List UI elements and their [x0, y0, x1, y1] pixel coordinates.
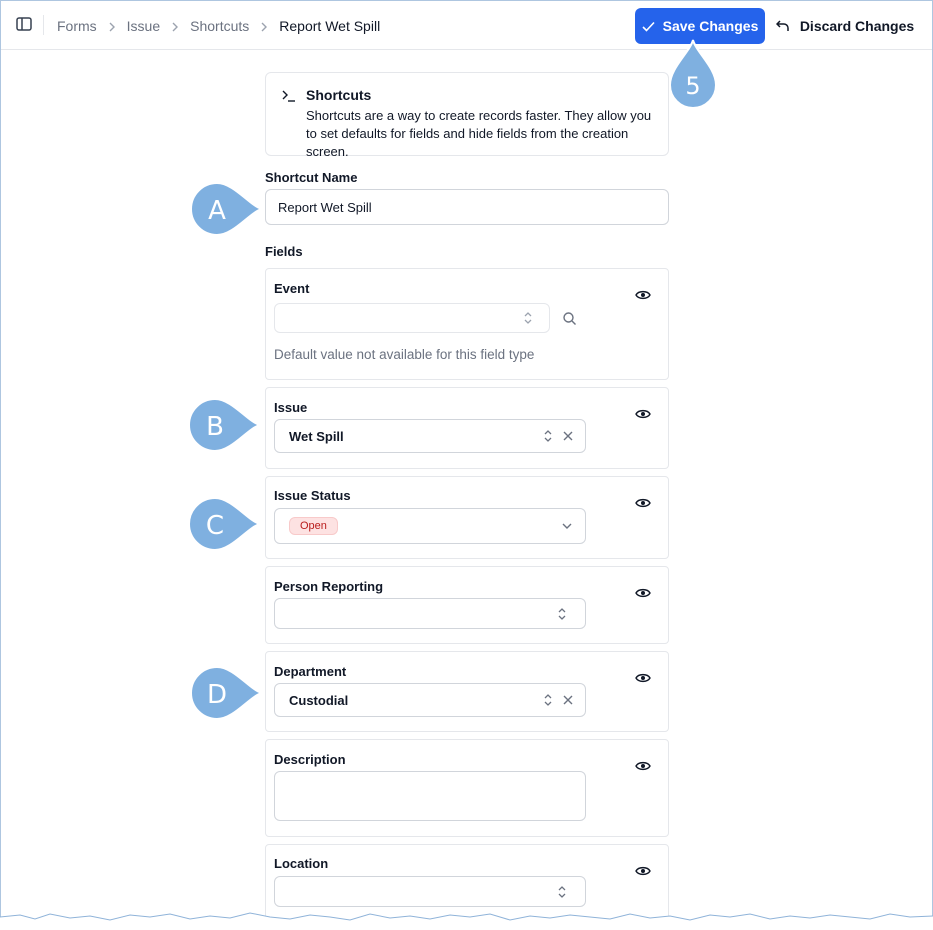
discard-changes-label: Discard Changes [799, 18, 915, 34]
description-label: Description [274, 752, 346, 767]
field-card-issue-status: Issue Status Open [265, 476, 669, 559]
fields-label: Fields [265, 244, 303, 259]
callout-marker-c: C [188, 496, 261, 552]
marker-label: C [206, 511, 224, 541]
torn-edge [0, 912, 933, 930]
chevron-up-down-icon [558, 608, 566, 620]
clear-icon[interactable] [562, 694, 574, 706]
issue-label: Issue [274, 400, 308, 415]
callout-marker-d: D [190, 665, 263, 721]
clear-icon[interactable] [562, 430, 574, 442]
status-badge: Open [289, 517, 338, 535]
department-label: Department [274, 664, 347, 679]
discard-changes-button[interactable]: Discard Changes [775, 8, 915, 44]
breadcrumb-shortcuts[interactable]: Shortcuts [190, 18, 249, 34]
shortcuts-info-card: Shortcuts Shortcuts are a way to create … [265, 72, 669, 159]
field-card-department: Department Custodial [265, 651, 669, 732]
eye-icon[interactable] [634, 494, 652, 512]
department-value: Custodial [289, 693, 349, 708]
chevron-right-icon [160, 18, 190, 33]
eye-icon[interactable] [634, 757, 652, 775]
department-select[interactable]: Custodial [274, 683, 586, 717]
callout-marker-b: B [188, 397, 261, 453]
person-reporting-label: Person Reporting [274, 579, 384, 594]
chevron-right-icon [97, 18, 127, 33]
breadcrumb-current: Report Wet Spill [279, 17, 381, 34]
marker-label: 5 [685, 72, 700, 100]
breadcrumb-issue[interactable]: Issue [127, 18, 160, 34]
shortcut-name-label: Shortcut Name [265, 170, 358, 185]
save-changes-label: Save Changes [662, 18, 759, 34]
chevron-up-down-icon [558, 886, 566, 898]
eye-icon[interactable] [634, 405, 652, 423]
location-label: Location [274, 856, 329, 871]
chevron-down-icon [562, 523, 572, 529]
eye-icon[interactable] [634, 862, 652, 880]
check-icon [642, 21, 655, 32]
toolbar-divider [43, 15, 44, 35]
marker-label: D [207, 680, 227, 710]
issue-select[interactable]: Wet Spill [274, 419, 586, 453]
eye-icon[interactable] [634, 584, 652, 602]
field-card-person-reporting: Person Reporting [265, 566, 669, 644]
description-textarea[interactable] [274, 771, 586, 821]
issue-status-label: Issue Status [274, 488, 351, 503]
chevron-right-icon [249, 18, 279, 33]
undo-icon [775, 20, 789, 31]
callout-marker-a: A [190, 181, 263, 237]
eye-icon[interactable] [634, 669, 652, 687]
person-reporting-select[interactable] [274, 598, 586, 629]
field-card-issue: Issue Wet Spill [265, 387, 669, 469]
event-select[interactable] [274, 303, 550, 333]
chevron-up-down-icon [544, 694, 552, 706]
chevron-up-down-icon [544, 430, 552, 442]
breadcrumb-forms[interactable]: Forms [57, 18, 97, 34]
field-card-event: Event Default value not available for th… [265, 268, 669, 380]
chevron-up-down-icon [524, 312, 532, 324]
issue-status-select[interactable]: Open [274, 508, 586, 544]
search-icon[interactable] [562, 311, 577, 326]
terminal-icon [282, 90, 295, 102]
marker-label: B [206, 412, 224, 442]
shortcut-name-input[interactable] [265, 189, 669, 225]
eye-icon[interactable] [634, 286, 652, 304]
event-hint: Default value not available for this fie… [274, 347, 535, 362]
field-card-description: Description [265, 739, 669, 837]
info-description: Shortcuts are a way to create records fa… [306, 108, 652, 159]
breadcrumb: Forms Issue Shortcuts Report Wet Spill [57, 1, 380, 50]
marker-label: A [208, 196, 226, 226]
location-select[interactable] [274, 876, 586, 907]
event-label: Event [274, 281, 310, 296]
sidebar-toggle-icon[interactable] [15, 15, 33, 33]
info-title: Shortcuts [306, 87, 372, 103]
top-bar: Forms Issue Shortcuts Report Wet Spill S… [1, 1, 932, 50]
callout-marker-5: 5 [668, 39, 718, 109]
issue-value: Wet Spill [289, 429, 344, 444]
